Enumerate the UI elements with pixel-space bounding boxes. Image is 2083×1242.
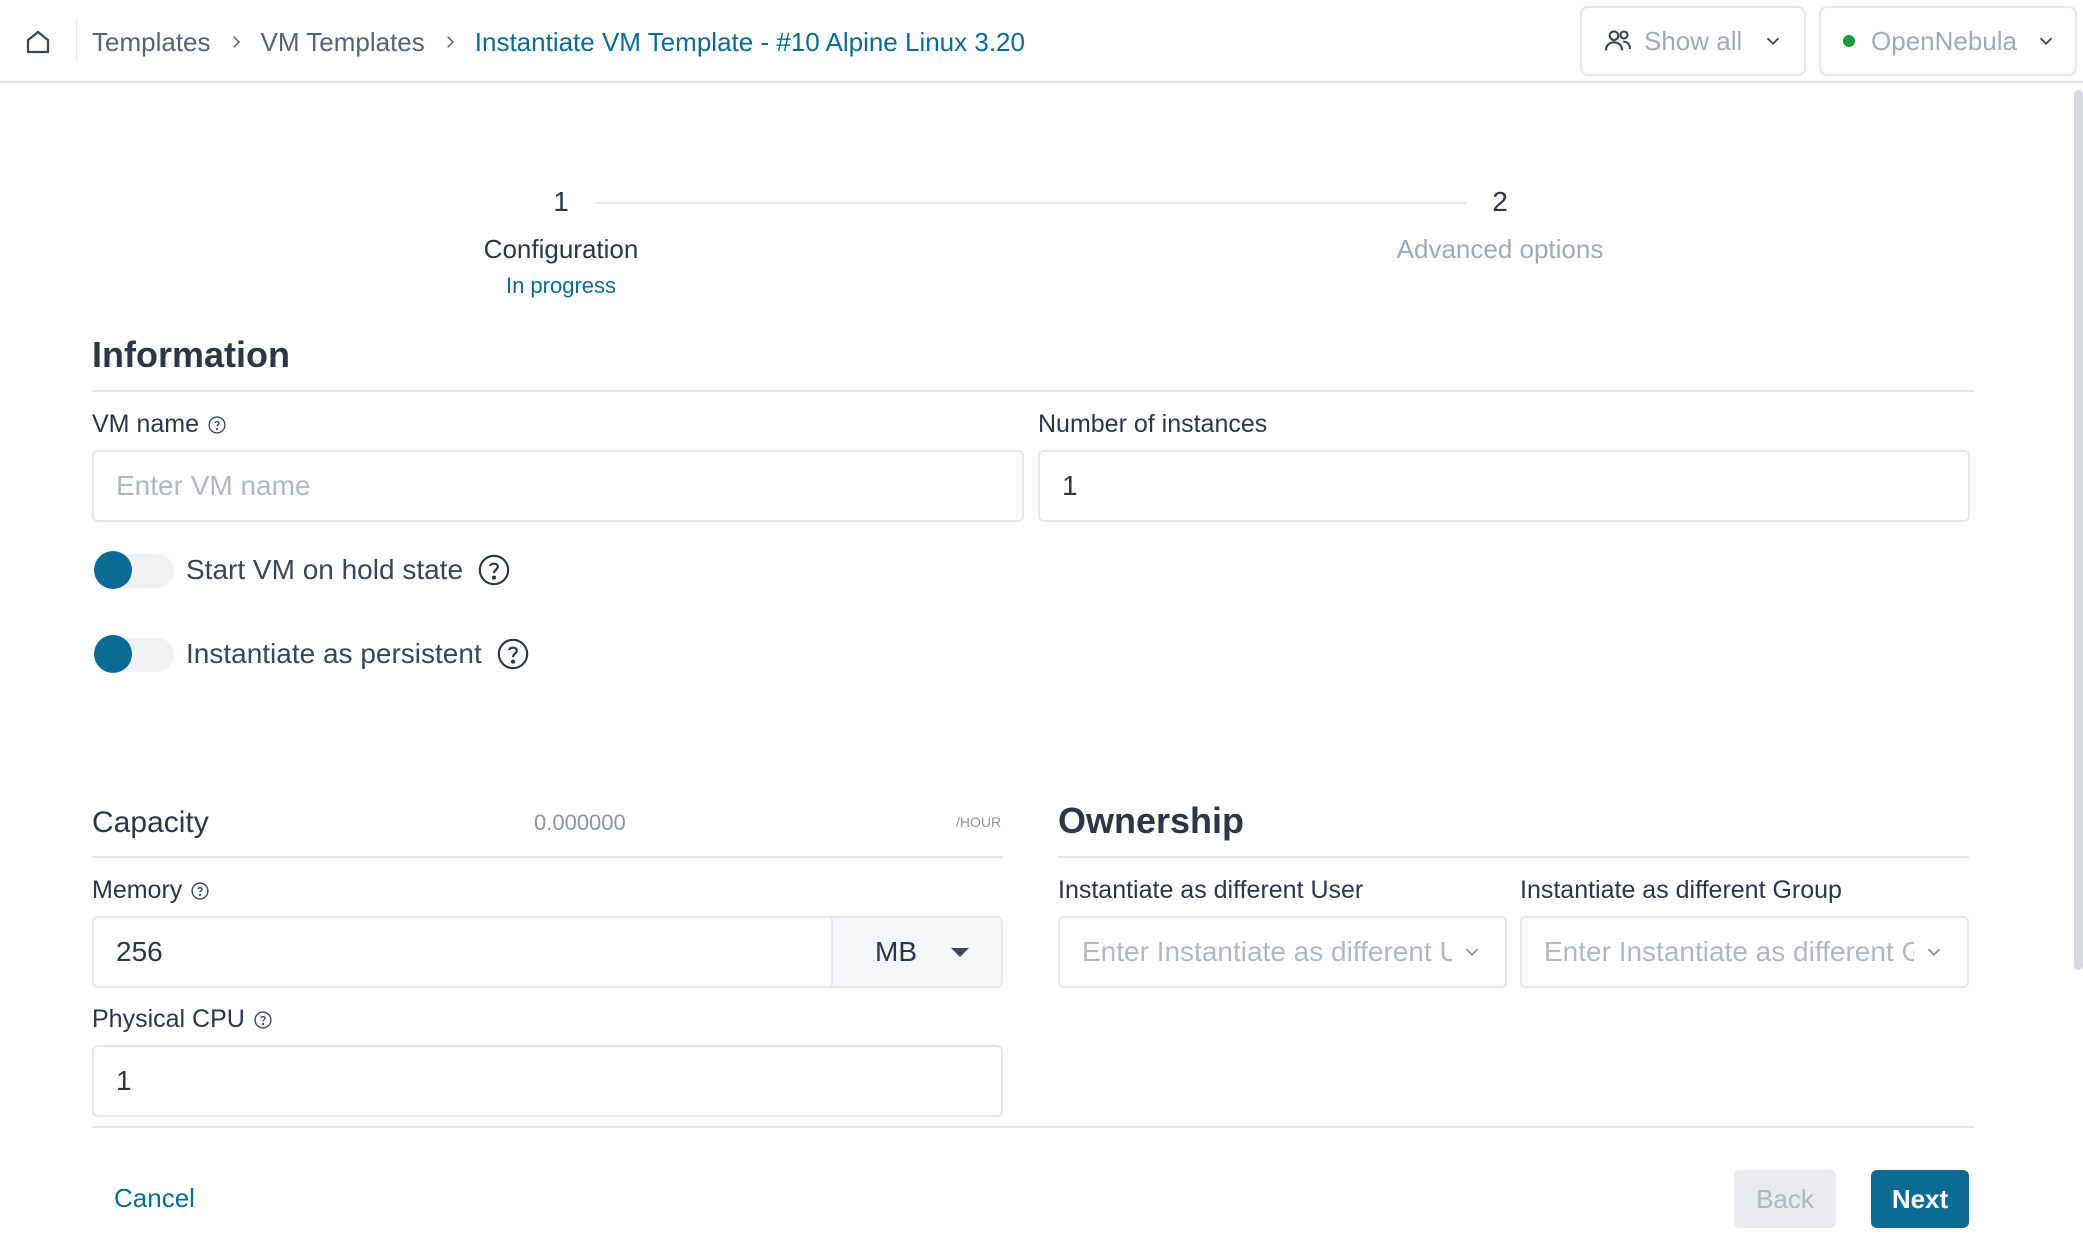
group-select[interactable]: Enter Instantiate as different Group — [1520, 916, 1969, 988]
hold-state-toggle[interactable] — [94, 549, 176, 591]
user-label: Instantiate as different User — [1058, 876, 1364, 904]
instances-input[interactable]: 1 — [1038, 450, 1970, 522]
breadcrumb-divider — [76, 20, 77, 60]
capacity-divider — [92, 856, 1003, 858]
cpu-label-text: Physical CPU — [92, 1005, 245, 1033]
memory-label: Memory — [92, 876, 210, 905]
users-icon — [1602, 25, 1634, 57]
capacity-cost: 0.000000 — [534, 810, 626, 835]
step-label: Advanced options — [1396, 234, 1604, 264]
help-icon[interactable] — [253, 1010, 273, 1030]
vm-name-label: VM name — [92, 410, 227, 439]
persistent-toggle[interactable] — [94, 633, 176, 675]
ownership-title: Ownership — [1058, 800, 1245, 841]
step-label: Configuration — [483, 234, 639, 264]
breadcrumb: Templates VM Templates Instantiate VM Te… — [92, 20, 1025, 64]
group-label: Instantiate as different Group — [1520, 876, 1842, 904]
chevron-down-icon — [2035, 30, 2057, 52]
vm-name-input[interactable]: Enter VM name — [92, 450, 1024, 522]
zone-label: OpenNebula — [1871, 25, 2017, 56]
chevron-down-icon — [1461, 941, 1483, 963]
breadcrumb-vm-templates[interactable]: VM Templates — [261, 27, 425, 58]
capacity-cost-unit: /HOUR — [956, 814, 1002, 830]
chevron-down-icon — [1923, 941, 1945, 963]
cpu-input[interactable]: 1 — [92, 1045, 1003, 1117]
chevron-right-icon — [439, 31, 461, 53]
toggle-knob — [94, 635, 132, 673]
help-icon[interactable] — [496, 637, 530, 671]
memory-input[interactable]: 256 — [94, 918, 831, 986]
memory-label-text: Memory — [92, 876, 183, 904]
memory-unit-select[interactable]: MB — [831, 918, 1001, 986]
user-select[interactable]: Enter Instantiate as different User — [1058, 916, 1507, 988]
toggle-knob — [94, 551, 132, 589]
scrollbar[interactable] — [2074, 90, 2083, 970]
instances-label: Number of instances — [1038, 410, 1268, 438]
step-status: In progress — [505, 273, 617, 298]
breadcrumb-templates[interactable]: Templates — [92, 27, 211, 58]
step-number: 2 — [1492, 186, 1508, 217]
help-icon[interactable] — [477, 553, 511, 587]
cpu-label: Physical CPU — [92, 1005, 273, 1034]
chevron-down-icon — [1762, 30, 1784, 52]
step-configuration[interactable]: 1 Configuration In progress — [450, 186, 672, 299]
ownership-divider — [1058, 856, 1969, 858]
user-select-placeholder: Enter Instantiate as different User — [1082, 936, 1452, 967]
caret-down-icon — [951, 947, 969, 957]
chevron-right-icon — [225, 31, 247, 53]
cancel-button[interactable]: Cancel — [92, 1170, 217, 1226]
group-filter-label: Show all — [1644, 25, 1743, 56]
memory-unit-value: MB — [875, 936, 917, 967]
vm-name-label-text: VM name — [92, 410, 199, 438]
persistent-label: Instantiate as persistent — [186, 633, 530, 675]
top-bar: Templates VM Templates Instantiate VM Te… — [0, 0, 2083, 83]
breadcrumb-current-page: Instantiate VM Template - #10 Alpine Lin… — [474, 26, 1025, 57]
group-select-placeholder: Enter Instantiate as different Group — [1544, 936, 1914, 967]
group-filter-select[interactable]: Show all — [1580, 6, 1806, 76]
capacity-title: Capacity — [92, 806, 209, 839]
footer-divider — [92, 1126, 1974, 1128]
hold-state-label: Start VM on hold state — [186, 549, 511, 591]
hold-state-label-text: Start VM on hold state — [186, 554, 464, 585]
step-advanced-options[interactable]: 2 Advanced options — [1360, 186, 1640, 265]
zone-select[interactable]: OpenNebula — [1819, 6, 2077, 76]
zone-status-dot — [1843, 35, 1855, 47]
persistent-label-text: Instantiate as persistent — [186, 638, 482, 669]
information-divider — [92, 390, 1974, 392]
stepper-connector — [596, 202, 1466, 204]
help-icon[interactable] — [190, 881, 210, 901]
back-button[interactable]: Back — [1734, 1170, 1836, 1228]
step-number: 1 — [553, 186, 569, 217]
home-icon[interactable] — [20, 24, 56, 60]
information-title: Information — [92, 334, 290, 375]
help-icon[interactable] — [207, 415, 227, 435]
memory-input-group: 256 MB — [92, 916, 1003, 988]
next-button[interactable]: Next — [1871, 1170, 1969, 1228]
